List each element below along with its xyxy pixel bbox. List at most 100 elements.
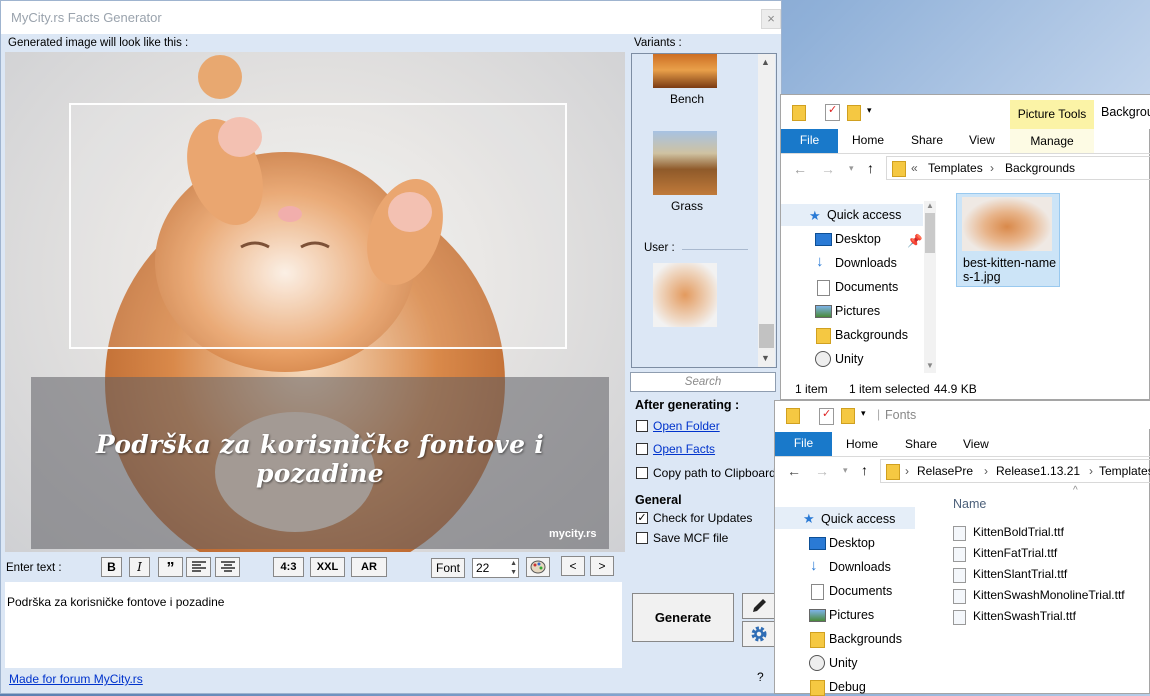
file-row[interactable]: KittenBoldTrial.ttf	[973, 525, 1064, 539]
nav-documents[interactable]: Documents	[829, 584, 892, 598]
variant-bench-label[interactable]: Bench	[632, 92, 742, 106]
tab-share[interactable]: Share	[911, 133, 943, 147]
scroll-thumb[interactable]	[759, 324, 774, 348]
explorer-fonts-window: ✓ ▾ | Fonts File Home Share View ← → ▾ ↑…	[774, 400, 1150, 696]
tab-file[interactable]: File	[775, 432, 832, 456]
check-updates-checkbox[interactable]: ✓	[636, 512, 648, 524]
open-folder-link[interactable]: Open Folder	[653, 419, 720, 433]
forward-icon[interactable]: →	[815, 463, 829, 479]
new-folder-icon[interactable]	[841, 408, 855, 424]
tab-view[interactable]: View	[963, 437, 989, 451]
file-tile-selected[interactable]: best-kitten-name s-1.jpg	[956, 193, 1060, 287]
address-bar[interactable]: › RelasePre › Release1.13.21 › Templates	[880, 459, 1150, 483]
tab-manage[interactable]: Manage	[1010, 129, 1094, 153]
variant-bench-thumb[interactable]	[653, 54, 717, 88]
tab-file[interactable]: File	[781, 129, 838, 153]
properties-icon[interactable]: ✓	[819, 408, 834, 425]
close-button[interactable]: ×	[761, 9, 781, 29]
column-header-name[interactable]: Name	[953, 497, 986, 511]
properties-icon[interactable]: ✓	[825, 104, 840, 121]
help-button[interactable]: ?	[757, 670, 764, 684]
nav-pictures[interactable]: Pictures	[829, 608, 874, 622]
nav-desktop[interactable]: Desktop	[835, 232, 881, 246]
save-mcf-checkbox[interactable]	[636, 532, 648, 544]
align-left-button[interactable]	[186, 557, 211, 577]
nav-downloads[interactable]: Downloads	[835, 256, 897, 270]
nav-quick-access[interactable]: Quick access	[827, 208, 901, 222]
breadcrumb-release[interactable]: Release1.13.21	[996, 464, 1080, 478]
palette-button[interactable]	[526, 557, 550, 577]
recent-dropdown-icon[interactable]: ▾	[843, 465, 848, 476]
recent-dropdown-icon[interactable]: ▾	[849, 163, 854, 174]
font-button[interactable]: Font	[431, 558, 465, 578]
settings-button[interactable]	[742, 621, 775, 647]
tab-home[interactable]: Home	[852, 133, 884, 147]
font-size-stepper[interactable]: 22 ▲ ▼	[472, 558, 519, 578]
xxl-button[interactable]: XXL	[310, 557, 345, 577]
breadcrumb-overflow[interactable]: «	[911, 161, 918, 175]
scroll-thumb[interactable]	[925, 213, 935, 253]
ratio-4-3-button[interactable]: 4:3	[273, 557, 304, 577]
scroll-up-icon[interactable]: ▲	[761, 57, 770, 67]
scroll-down-icon[interactable]: ▼	[761, 353, 770, 363]
generate-button[interactable]: Generate	[632, 593, 734, 642]
breadcrumb-templates[interactable]: Templates	[928, 161, 983, 175]
nav-scrollbar[interactable]: ▲ ▼	[924, 201, 936, 373]
next-button[interactable]: >	[590, 556, 614, 576]
nav-quick-access[interactable]: Quick access	[821, 512, 895, 526]
nav-downloads[interactable]: Downloads	[829, 560, 891, 574]
forum-link[interactable]: Made for forum MyCity.rs	[9, 672, 143, 686]
breadcrumb-backgrounds[interactable]: Backgrounds	[1005, 161, 1075, 175]
tab-view[interactable]: View	[969, 133, 995, 147]
copy-path-checkbox[interactable]	[636, 467, 648, 479]
file-row[interactable]: KittenSlantTrial.ttf	[973, 567, 1067, 581]
nav-pictures[interactable]: Pictures	[835, 304, 880, 318]
file-list: KittenBoldTrial.ttf KittenFatTrial.ttf K…	[953, 525, 1148, 635]
align-center-button[interactable]	[215, 557, 240, 577]
variant-grass-thumb[interactable]	[653, 131, 717, 195]
file-row[interactable]: KittenSwashTrial.ttf	[973, 609, 1076, 623]
pin-icon[interactable]: 📌	[907, 234, 923, 249]
nav-desktop[interactable]: Desktop	[829, 536, 875, 550]
up-icon[interactable]: ↑	[867, 160, 874, 176]
stepper-arrows-icon[interactable]: ▲ ▼	[510, 559, 517, 577]
open-facts-link[interactable]: Open Facts	[653, 442, 715, 456]
file-row[interactable]: KittenSwashMonolineTrial.ttf	[973, 588, 1125, 602]
nav-backgrounds[interactable]: Backgrounds	[835, 328, 908, 342]
qat-dropdown-icon[interactable]: ▾	[861, 408, 866, 419]
new-folder-icon[interactable]	[847, 105, 861, 121]
nav-unity[interactable]: Unity	[835, 352, 863, 366]
ar-button[interactable]: AR	[351, 557, 387, 577]
tab-share[interactable]: Share	[905, 437, 937, 451]
address-bar[interactable]: « Templates › Backgrounds	[886, 156, 1150, 180]
nav-debug[interactable]: Debug	[829, 680, 866, 694]
breadcrumb-templates[interactable]: Templates	[1099, 464, 1150, 478]
search-input[interactable]: Search	[630, 372, 776, 392]
qat-dropdown-icon[interactable]: ▾	[867, 105, 872, 116]
breadcrumb-relasepre[interactable]: RelasePre	[917, 464, 973, 478]
open-folder-checkbox[interactable]	[636, 420, 648, 432]
bold-button[interactable]: B	[101, 557, 122, 577]
prev-button[interactable]: <	[561, 556, 585, 576]
nav-backgrounds[interactable]: Backgrounds	[829, 632, 902, 646]
up-icon[interactable]: ↑	[861, 462, 868, 478]
italic-button[interactable]: I	[129, 557, 150, 577]
variants-scrollbar[interactable]: ▲ ▼	[758, 54, 775, 367]
navigation-pane: ★ Quick access Desktop ↓ Downloads Docum…	[775, 505, 925, 696]
text-input[interactable]: Podrška za korisničke fontove i pozadine	[5, 582, 622, 668]
variant-user-thumb[interactable]	[653, 263, 717, 327]
scroll-down-icon[interactable]: ▼	[926, 361, 934, 370]
quote-button[interactable]: ”	[158, 557, 183, 577]
back-icon[interactable]: ←	[787, 463, 801, 479]
scroll-up-icon[interactable]: ▲	[926, 201, 934, 210]
tab-home[interactable]: Home	[846, 437, 878, 451]
forward-icon[interactable]: →	[821, 161, 835, 177]
edit-button[interactable]	[742, 593, 775, 619]
nav-unity[interactable]: Unity	[829, 656, 857, 670]
open-facts-checkbox[interactable]	[636, 443, 648, 455]
back-icon[interactable]: ←	[793, 161, 807, 177]
nav-documents[interactable]: Documents	[835, 280, 898, 294]
file-row[interactable]: KittenFatTrial.ttf	[973, 546, 1057, 560]
variant-grass-label[interactable]: Grass	[632, 199, 742, 213]
crop-frame[interactable]	[69, 103, 567, 349]
